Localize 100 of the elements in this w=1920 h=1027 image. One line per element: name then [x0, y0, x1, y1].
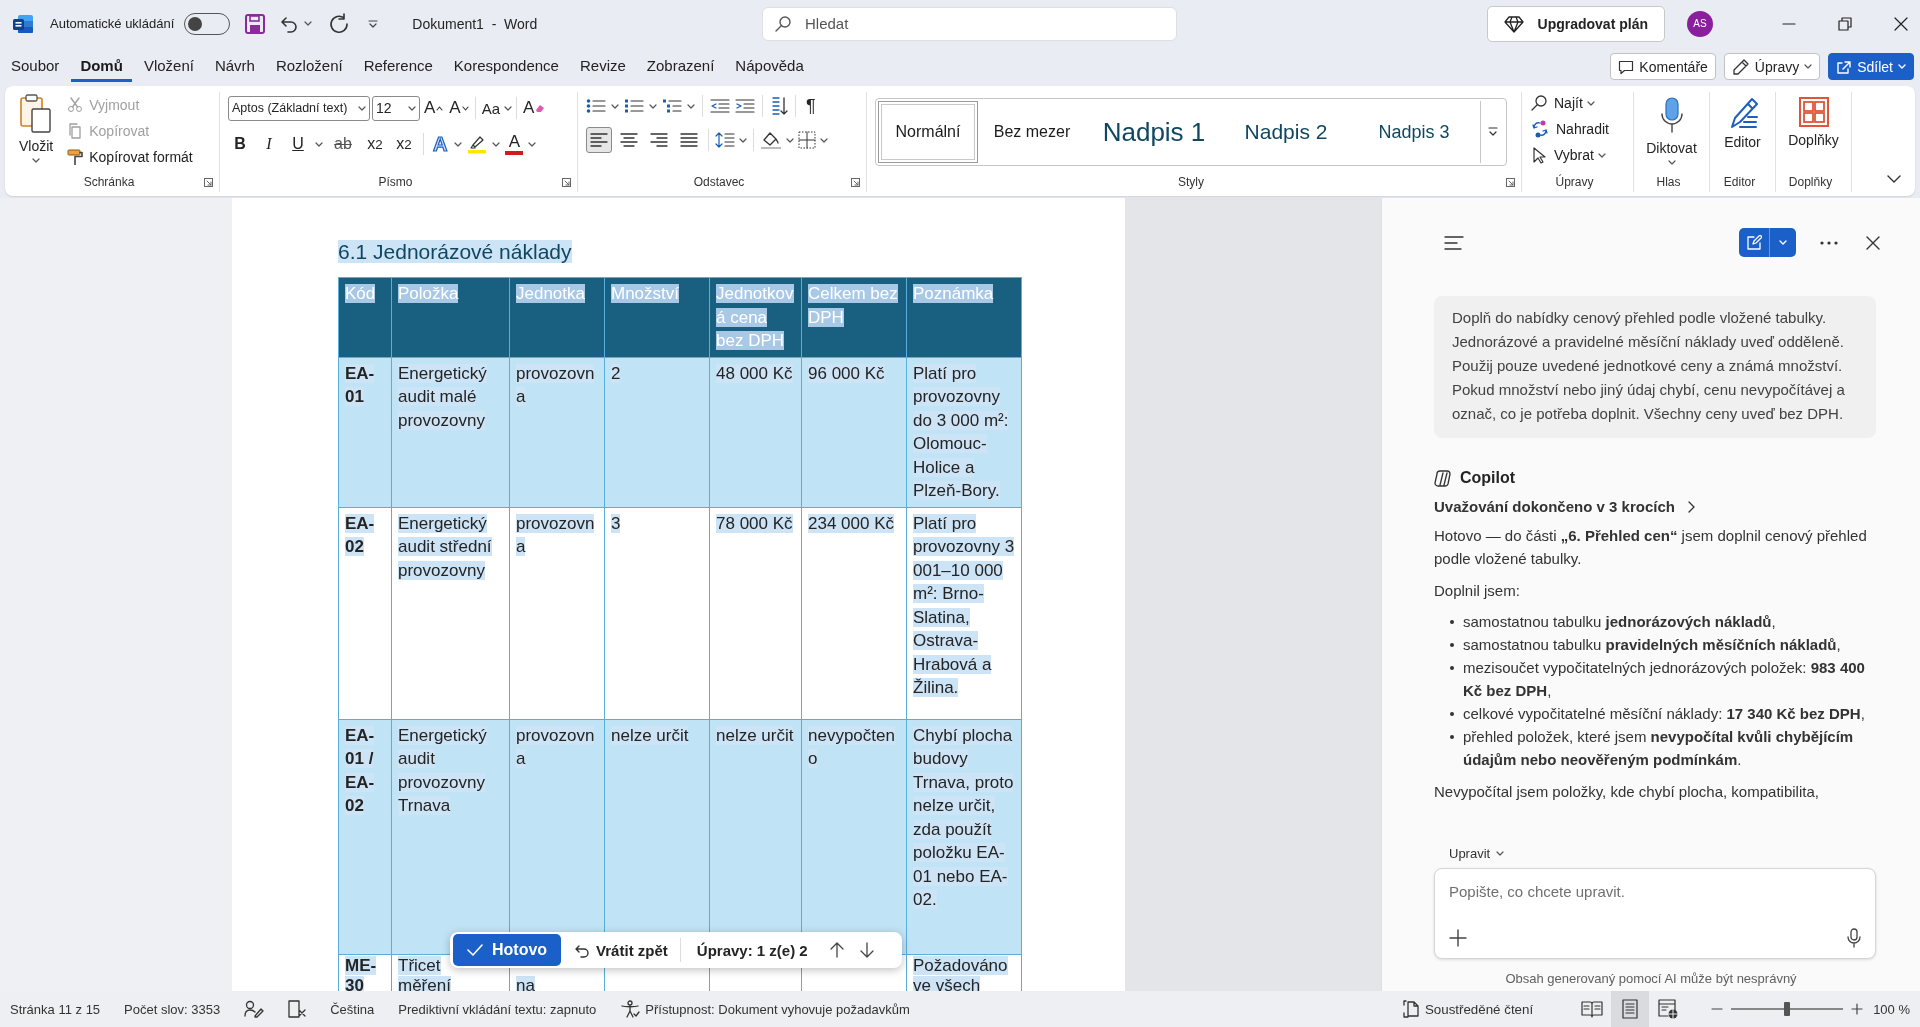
change-case-button[interactable]: Aa [479, 95, 503, 121]
redo-icon[interactable] [328, 12, 351, 35]
zoom-in-icon[interactable] [1851, 1003, 1864, 1015]
style-item[interactable]: Nadpis 3 [1350, 101, 1478, 163]
ribbon-tab[interactable]: Revize [570, 51, 635, 82]
grow-font-button[interactable]: A [422, 95, 446, 121]
reasoning-toggle[interactable]: Uvažování dokončeno v 3 krocích [1434, 498, 1695, 515]
restore-icon[interactable] [1838, 16, 1852, 31]
close-icon[interactable] [1866, 235, 1880, 250]
new-chat-button[interactable] [1739, 228, 1769, 257]
accept-button[interactable]: Hotovo [453, 934, 562, 966]
focus-mode-button[interactable]: Soustředěné čtení [1401, 999, 1534, 1019]
caret-icon[interactable] [528, 141, 537, 147]
style-item[interactable]: Nadpis 1 [1086, 101, 1222, 163]
format-button[interactable]: U [286, 131, 310, 157]
status-text[interactable]: Počet slov: 3353 [124, 1001, 221, 1017]
more-icon[interactable] [1820, 240, 1838, 245]
user-avatar[interactable]: AS [1687, 10, 1713, 37]
increase-indent-icon[interactable] [735, 98, 755, 114]
show-marks-button[interactable]: ¶ [803, 95, 819, 117]
editing-mode-button[interactable]: Úpravy [1723, 53, 1821, 80]
caret-icon[interactable] [820, 137, 828, 143]
caret-icon[interactable] [649, 103, 657, 109]
message-field[interactable]: Popište, co chcete upravit. [1449, 879, 1861, 903]
shrink-font-button[interactable]: A [447, 95, 471, 121]
status-text[interactable]: Čeština [330, 1001, 375, 1017]
multilevel-list-icon[interactable] [662, 98, 682, 114]
ribbon-tab[interactable]: Korespondence [444, 51, 568, 82]
font-size-field[interactable]: 12 [372, 95, 420, 121]
ribbon-tab[interactable]: Návrh [205, 51, 264, 82]
highlighter-icon[interactable] [467, 134, 488, 154]
share-button[interactable]: Sdílet [1828, 53, 1914, 80]
menu-icon[interactable] [1444, 234, 1464, 251]
format-button[interactable]: B [228, 131, 252, 157]
print-layout-button[interactable] [1611, 991, 1650, 1027]
search-field[interactable]: Hledat [762, 6, 1177, 41]
status-text[interactable]: Stránka 11 z 15 [10, 1001, 101, 1017]
caret-icon[interactable] [687, 103, 695, 109]
proofing-icon[interactable] [244, 1000, 265, 1018]
format-button[interactable]: I [257, 131, 281, 157]
customize-icon[interactable] [368, 18, 379, 29]
caret-icon[interactable] [1586, 100, 1595, 106]
replace-button[interactable]: Nahradit [1530, 118, 1609, 140]
close-icon[interactable] [1894, 16, 1908, 31]
font-family-field[interactable]: Aptos (Základní text) [228, 95, 370, 121]
font-color-button[interactable]: A [505, 133, 524, 155]
track-changes-icon[interactable] [288, 1000, 307, 1018]
caret-icon[interactable] [492, 141, 501, 147]
caret-icon[interactable] [315, 141, 323, 147]
slider-thumb[interactable] [1784, 1002, 1791, 1016]
zoom-level[interactable]: 100 % [1873, 1001, 1910, 1017]
paste-button[interactable]: Vložit [13, 92, 60, 172]
caret-icon[interactable] [786, 137, 794, 143]
comments-button[interactable]: Komentáře [1610, 53, 1716, 80]
launcher-icon[interactable] [562, 177, 571, 187]
ribbon-tab[interactable]: Zobrazení [637, 51, 724, 82]
style-item[interactable]: Normální [878, 101, 978, 163]
shading-icon[interactable] [760, 130, 782, 150]
format-painter-button[interactable]: Kopírovat formát [67, 146, 193, 168]
caret-icon[interactable] [454, 141, 463, 147]
ribbon-tab[interactable]: Nápověda [726, 51, 813, 82]
dictate-button[interactable]: Diktovat [1642, 92, 1701, 172]
app-icon[interactable] [12, 12, 34, 35]
accessibility-status[interactable]: Přístupnost: Dokument vyhovuje požadavkům [645, 1001, 910, 1017]
caret-icon[interactable] [611, 103, 619, 109]
select-button[interactable]: Vybrat [1530, 144, 1594, 166]
caret-icon[interactable] [739, 137, 747, 143]
edit-menu-button[interactable]: Upravit [1449, 844, 1920, 862]
style-item[interactable]: Nadpis 2 [1222, 101, 1350, 163]
caret-icon[interactable] [304, 21, 313, 26]
alignment-button[interactable] [586, 127, 612, 153]
dropdown-button[interactable] [1769, 228, 1796, 257]
caret-icon[interactable] [504, 105, 513, 111]
launcher-icon[interactable] [1506, 177, 1515, 187]
ribbon-tab[interactable]: Rozložení [266, 51, 352, 82]
add-icon[interactable] [1449, 929, 1467, 947]
ribbon-tab[interactable]: Vložení [134, 51, 203, 82]
clear-formatting-button[interactable]: A [521, 95, 548, 121]
collapse-ribbon-icon[interactable] [1887, 175, 1901, 184]
launcher-icon[interactable] [851, 177, 860, 187]
sort-icon[interactable] [770, 96, 788, 116]
addins-button[interactable]: Doplňky [1784, 92, 1843, 172]
save-icon[interactable] [244, 12, 267, 35]
status-text[interactable]: Prediktivní vkládání textu: zapnuto [398, 1001, 597, 1017]
previous-arrow-icon[interactable] [829, 942, 844, 958]
next-arrow-icon[interactable] [859, 942, 874, 958]
bullets-icon[interactable] [586, 98, 606, 114]
numbering-icon[interactable] [624, 98, 644, 114]
line-spacing-icon[interactable] [715, 131, 735, 149]
style-item[interactable]: Bez mezer [978, 101, 1086, 163]
decrease-indent-icon[interactable] [710, 98, 730, 114]
borders-icon[interactable] [798, 131, 816, 149]
upgrade-button[interactable]: Upgradovat plán [1486, 5, 1665, 42]
find-button[interactable]: Najít [1530, 92, 1583, 114]
launcher-icon[interactable] [204, 177, 213, 187]
editor-button[interactable]: Editor [1718, 92, 1767, 172]
ribbon-tab[interactable]: Reference [354, 51, 442, 82]
ribbon-tab[interactable]: Soubor [2, 51, 69, 82]
caret-icon[interactable] [1597, 152, 1606, 158]
ribbon-tab[interactable]: Domů [71, 51, 132, 82]
